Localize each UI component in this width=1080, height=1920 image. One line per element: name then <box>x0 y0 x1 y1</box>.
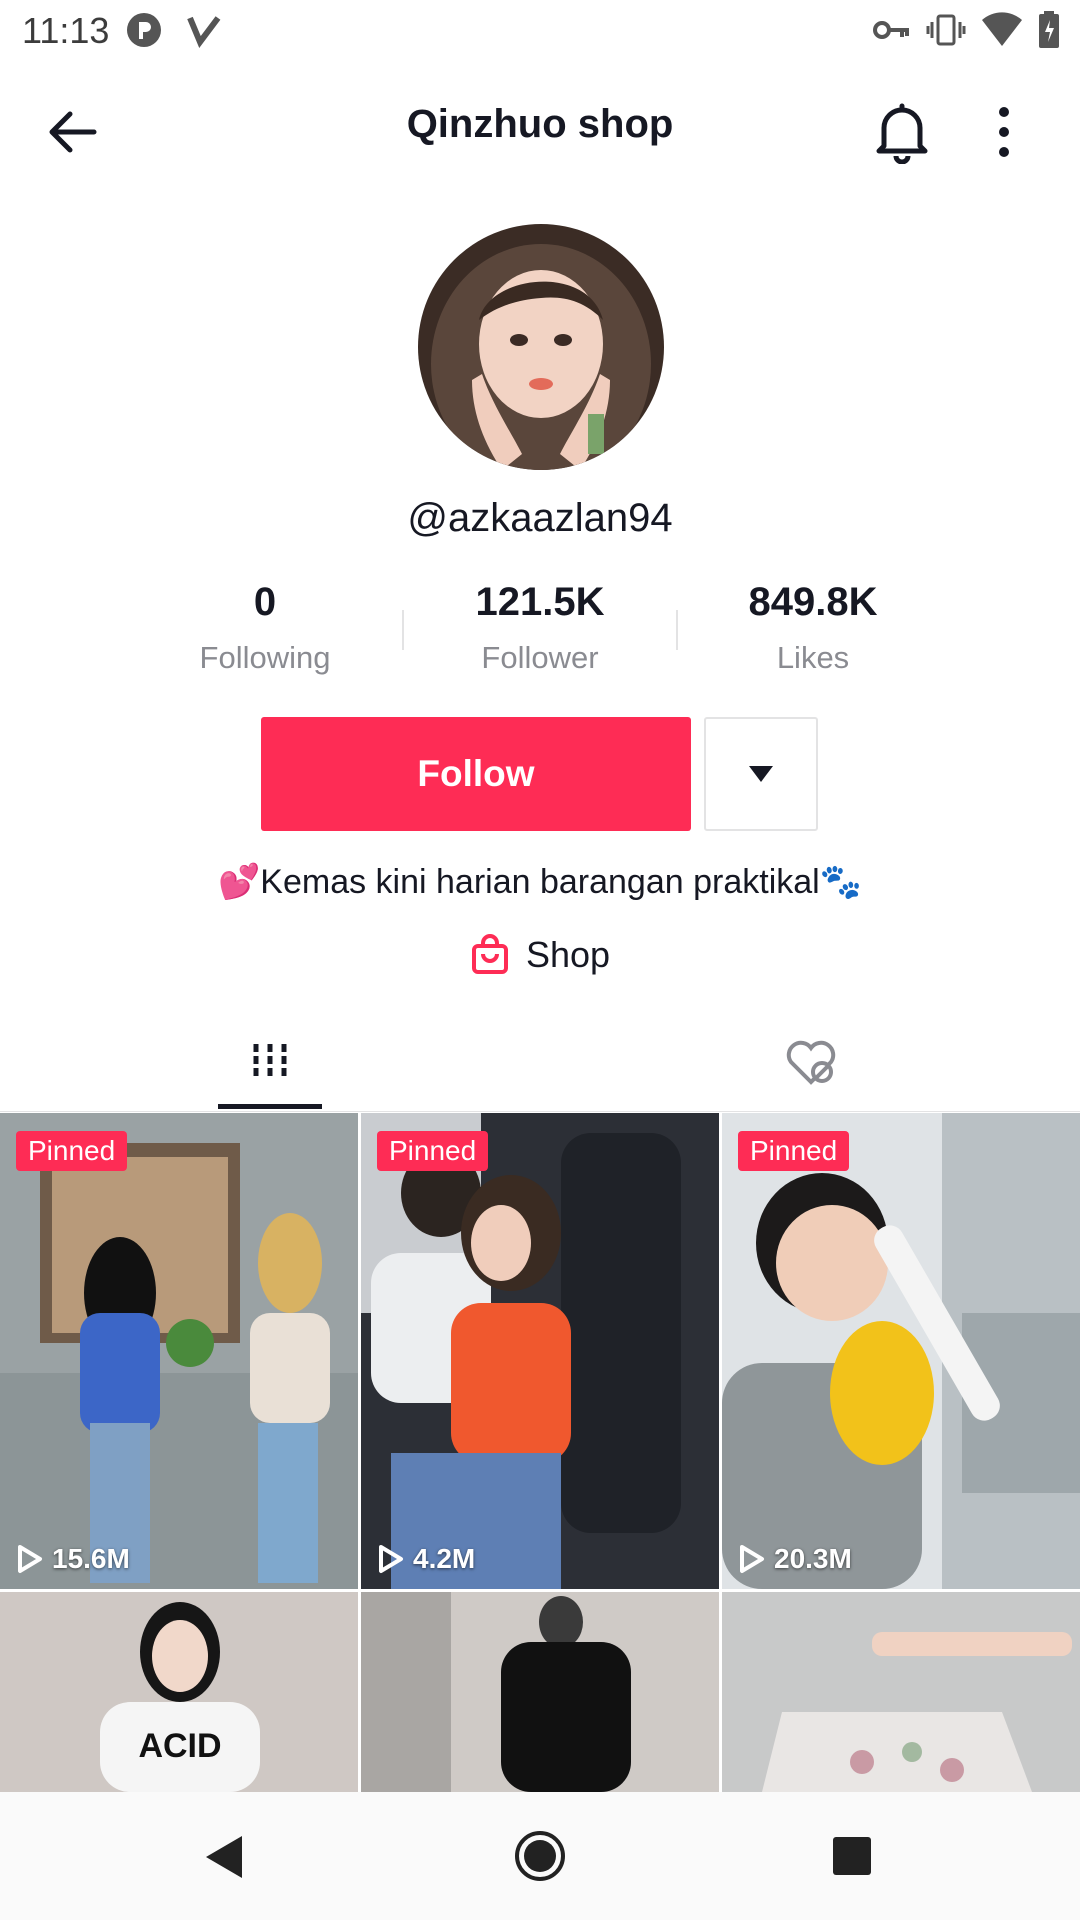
view-count-text: 4.2M <box>413 1543 476 1574</box>
svg-text:ACID: ACID <box>138 1727 221 1765</box>
username: @azkaazlan94 <box>407 496 673 540</box>
home-nav-icon[interactable] <box>514 1830 566 1882</box>
view-count: 20.3M <box>738 1543 852 1575</box>
view-count-text: 15.6M <box>52 1543 130 1574</box>
stat-divider <box>676 610 678 650</box>
bell-icon[interactable] <box>872 100 932 164</box>
avatar[interactable] <box>418 224 664 470</box>
video-thumbnail[interactable]: Pinned 15.6M <box>0 1113 358 1589</box>
status-time: 11:13 <box>22 10 110 51</box>
follower-count[interactable]: 121.5K <box>440 580 640 625</box>
tab-indicator <box>218 1104 322 1109</box>
grid-icon <box>253 1044 287 1080</box>
system-nav-bar <box>0 1792 1080 1920</box>
app-notification-icon <box>127 13 161 47</box>
likes-label: Likes <box>776 640 850 675</box>
view-count-text: 20.3M <box>774 1543 852 1574</box>
wifi-icon <box>982 12 1022 46</box>
follower-label[interactable]: Follower <box>440 640 640 676</box>
hidden-liked-icon <box>786 1040 836 1085</box>
status-bar: 11:13 <box>0 0 1080 64</box>
play-icon <box>18 1545 42 1573</box>
video-thumbnail[interactable]: Pinned 4.2M <box>361 1113 719 1589</box>
stat-divider <box>402 610 404 650</box>
bio-text: 💕Kemas kini harian barangan praktikal🐾 <box>217 863 863 901</box>
video-thumbnail[interactable]: Pinned 20.3M <box>722 1113 1080 1589</box>
pinned-badge: Pinned <box>377 1131 489 1171</box>
recents-nav-icon[interactable] <box>832 1836 872 1876</box>
back-nav-icon[interactable] <box>204 1834 244 1880</box>
likes-count: 849.8K <box>748 580 878 624</box>
play-icon <box>379 1545 403 1573</box>
caret-down-icon <box>749 766 773 782</box>
vibrate-icon <box>926 14 966 46</box>
play-icon <box>740 1545 764 1573</box>
follow-button[interactable]: Follow <box>261 717 691 831</box>
following-label[interactable]: Following <box>165 640 365 676</box>
pinned-badge: Pinned <box>16 1131 128 1171</box>
video-thumbnail[interactable] <box>722 1592 1080 1792</box>
shopping-bag-icon <box>471 934 508 974</box>
pinned-badge: Pinned <box>738 1131 850 1171</box>
following-count[interactable]: 0 <box>165 580 365 625</box>
video-thumbnail[interactable]: ACID <box>0 1592 358 1792</box>
v-notification-icon <box>187 16 221 48</box>
tab-videos[interactable] <box>0 1010 540 1110</box>
divider <box>0 1111 1080 1112</box>
suggested-accounts-toggle[interactable] <box>704 717 818 831</box>
video-thumbnail[interactable] <box>361 1592 719 1792</box>
shop-link[interactable]: Shop <box>0 930 1080 980</box>
tab-liked[interactable] <box>540 1010 1080 1110</box>
vpn-key-icon <box>873 21 909 39</box>
shop-label: Shop <box>525 934 611 975</box>
more-options-icon[interactable] <box>992 102 1016 162</box>
battery-icon <box>1039 11 1059 48</box>
view-count: 15.6M <box>16 1543 130 1575</box>
view-count: 4.2M <box>377 1543 475 1575</box>
